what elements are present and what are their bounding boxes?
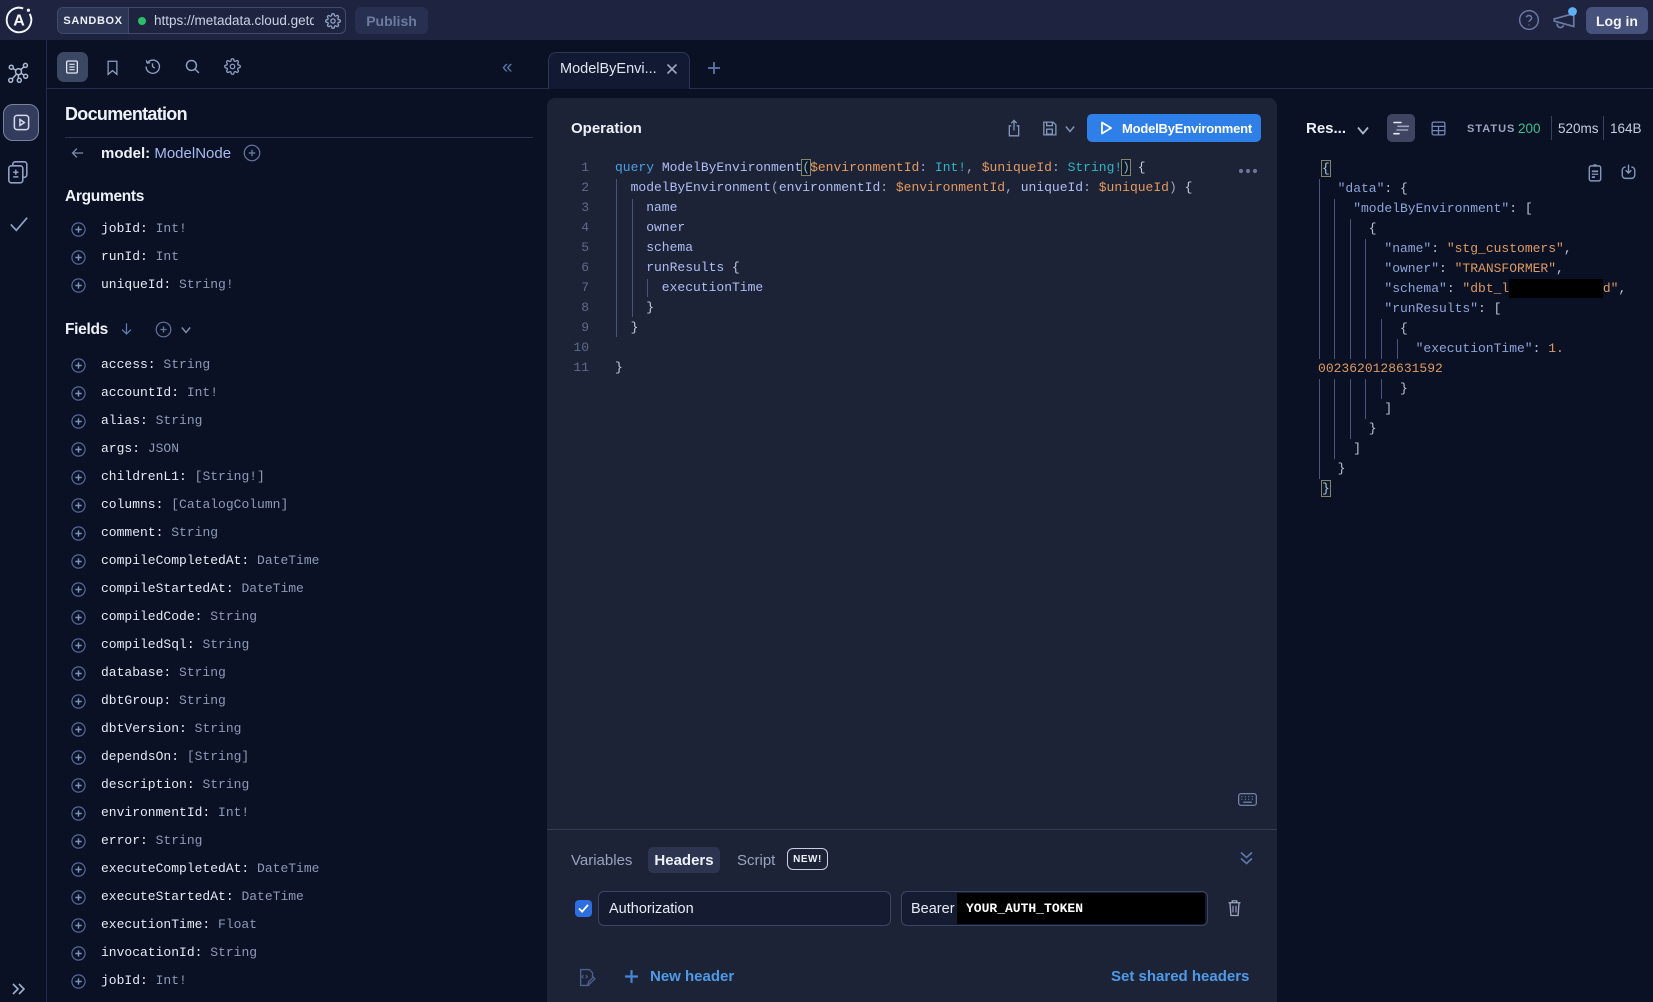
svg-text:A: A xyxy=(13,13,25,30)
